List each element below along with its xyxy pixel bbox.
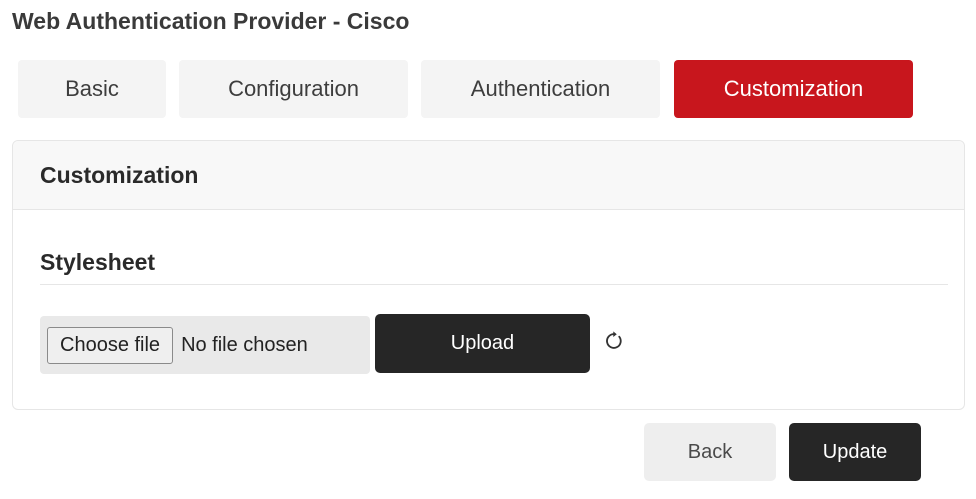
stylesheet-file-input: Choose file No file chosen [40,316,370,374]
file-status-text: No file chosen [181,333,308,356]
upload-button[interactable]: Upload [375,314,590,373]
stylesheet-section-title: Stylesheet [40,249,156,275]
page-title: Web Authentication Provider - Cisco [12,8,410,34]
choose-file-button[interactable]: Choose file [47,326,174,364]
back-button[interactable]: Back [644,423,776,481]
tab-basic[interactable]: Basic [18,60,166,118]
panel-header: Customization [13,141,964,210]
tab-customization[interactable]: Customization [674,60,913,118]
panel-title: Customization [40,161,199,188]
update-button[interactable]: Update [789,423,921,481]
refresh-icon[interactable] [603,330,625,352]
customization-panel: Customization Stylesheet Choose file No … [12,140,965,410]
tab-authentication[interactable]: Authentication [421,60,660,118]
section-divider [40,284,948,285]
tab-configuration[interactable]: Configuration [179,60,408,118]
